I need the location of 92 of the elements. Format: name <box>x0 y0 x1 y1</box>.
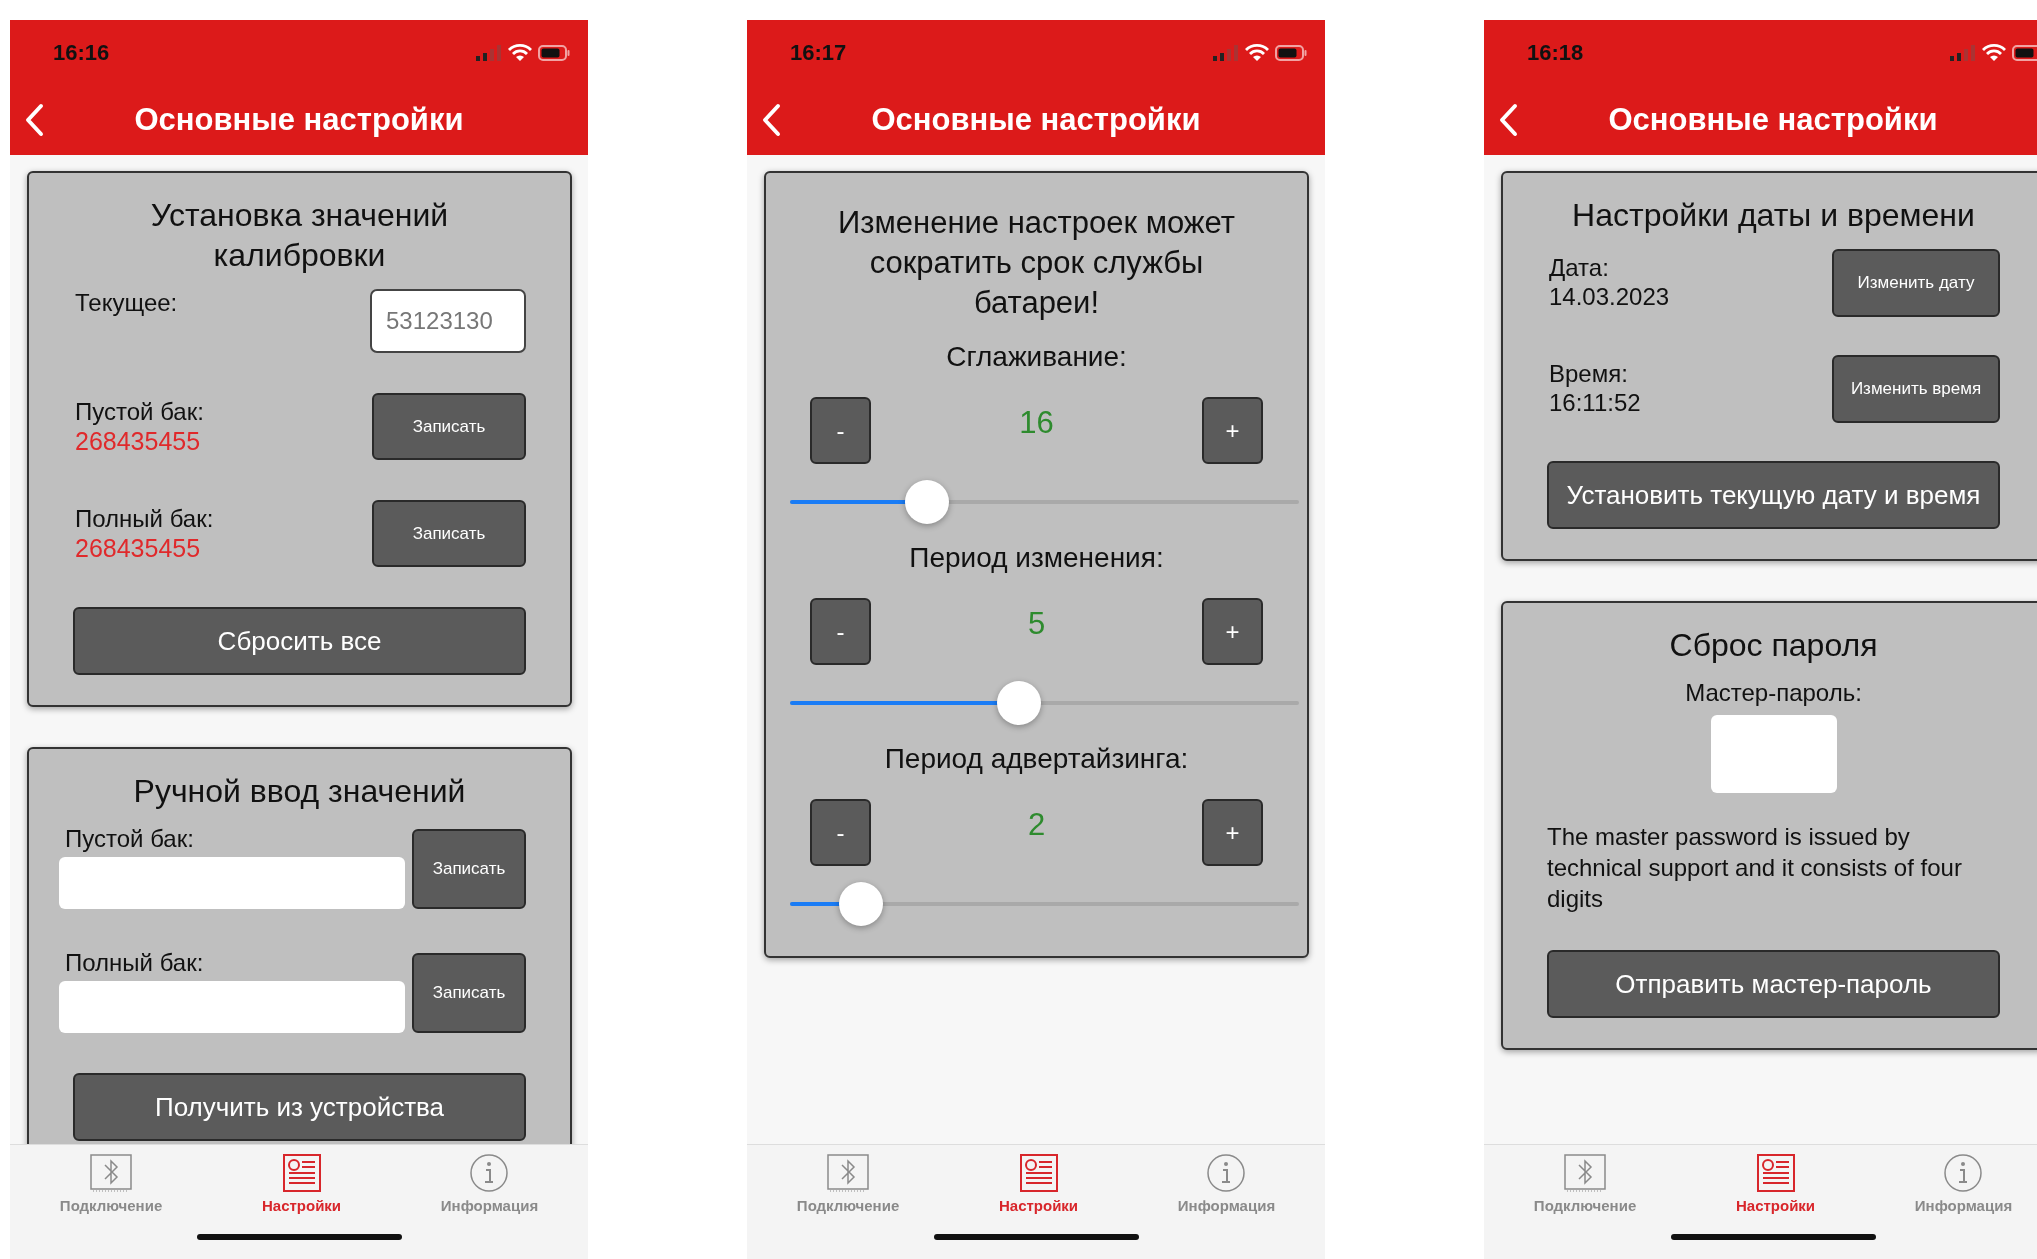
value-text: 14.03.2023 <box>1549 282 1670 312</box>
back-chevron-icon <box>1498 103 1518 137</box>
tab-label: Информация <box>1177 1197 1276 1214</box>
password-field[interactable] <box>1710 715 1837 793</box>
setting-value: 5 <box>1027 606 1046 642</box>
document-icon <box>1018 1153 1059 1193</box>
card-title: Установка значений калибровки <box>149 196 450 275</box>
card-title: Сброс пароля <box>1668 626 1879 665</box>
wide-button[interactable]: Установить текущую дату и время <box>1547 461 2000 529</box>
plus-button[interactable]: + <box>1202 799 1263 866</box>
battery-icon <box>1275 44 1307 61</box>
slider[interactable] <box>790 681 1299 725</box>
back-chevron-icon <box>761 103 781 137</box>
value-label: Полный бак: <box>75 504 214 533</box>
field-label: Мастер-пароль: <box>1684 679 1863 707</box>
back-chevron-icon <box>24 103 44 137</box>
tab-label: Информация <box>1914 1197 2013 1214</box>
text-field[interactable] <box>59 857 405 909</box>
slider-thumb[interactable] <box>997 681 1042 725</box>
wifi-icon <box>1245 43 1269 62</box>
setting-label: Период изменения: <box>908 542 1165 574</box>
field-label: Полный бак: <box>65 949 205 977</box>
status-time: 16:16 <box>53 39 110 66</box>
minus-button[interactable]: - <box>810 598 871 665</box>
value-label: Пустой бак: <box>75 397 204 426</box>
plus-button[interactable]: + <box>1202 397 1263 464</box>
small-button[interactable]: Записать <box>412 953 526 1033</box>
battery-icon <box>538 44 570 61</box>
tab-label: Информация <box>440 1197 539 1214</box>
setting-value: 16 <box>1019 405 1054 441</box>
wide-button[interactable]: Отправить мастер-пароль <box>1547 950 2000 1018</box>
small-button[interactable]: Записать <box>412 829 526 909</box>
small-button[interactable]: Записать <box>372 500 526 567</box>
field-label: Текущее: <box>75 289 178 317</box>
info-icon <box>1943 1153 1984 1193</box>
small-button[interactable]: Изменить дату <box>1832 249 2000 317</box>
document-icon <box>281 1153 322 1193</box>
tab-label: Подключение <box>796 1197 900 1214</box>
bluetooth-icon <box>826 1153 871 1193</box>
signal-icon <box>476 44 502 61</box>
plus-button[interactable]: + <box>1202 598 1263 665</box>
bluetooth-icon <box>89 1153 134 1193</box>
value-label: Время: <box>1549 360 1629 388</box>
value-text: 16:11:52 <box>1549 388 1641 418</box>
tab[interactable]: Настройки <box>261 1153 342 1214</box>
setting-label: Сглаживание: <box>945 341 1128 373</box>
wide-button[interactable]: Сбросить все <box>73 607 526 675</box>
signal-icon <box>1213 44 1239 61</box>
bluetooth-icon <box>1563 1153 1608 1193</box>
info-icon <box>469 1153 510 1193</box>
document-icon <box>1755 1153 1796 1193</box>
status-time: 16:17 <box>790 39 847 66</box>
back-button[interactable] <box>1498 103 1518 137</box>
small-button[interactable]: Записать <box>372 393 526 460</box>
card-title: Настройки даты и времени <box>1571 196 1976 235</box>
slider-thumb[interactable] <box>839 882 884 926</box>
hint-text: The master password is issued by technical support and it consists of four digits <box>1547 822 1963 914</box>
info-icon <box>1206 1153 1247 1193</box>
value-field[interactable]: 53123130 <box>370 289 526 353</box>
wifi-icon <box>508 43 532 62</box>
tab[interactable]: Настройки <box>998 1153 1079 1214</box>
screen-title: Основные настройки <box>134 102 464 138</box>
status-time: 16:18 <box>1527 39 1584 66</box>
wide-button[interactable]: Получить из устройства <box>73 1073 526 1141</box>
field-label: Пустой бак: <box>65 825 195 853</box>
value-text: 268435455 <box>75 425 202 456</box>
warning-text: Изменение настроек может сократить срок службы батареи! <box>837 204 1236 322</box>
text-field[interactable] <box>59 981 405 1033</box>
value-label: Дата: <box>1549 254 1610 282</box>
wifi-icon <box>1982 43 2006 62</box>
signal-icon <box>1950 44 1976 61</box>
back-button[interactable] <box>24 103 44 137</box>
tab-label: Подключение <box>1533 1197 1637 1214</box>
tab-label: Настройки <box>1735 1197 1816 1214</box>
tab-label: Настройки <box>261 1197 342 1214</box>
minus-button[interactable]: - <box>810 397 871 464</box>
battery-icon <box>2012 44 2037 61</box>
back-button[interactable] <box>761 103 781 137</box>
small-button[interactable]: Изменить время <box>1832 355 2000 423</box>
setting-label: Период адвертайзинга: <box>883 743 1190 775</box>
setting-value: 2 <box>1027 807 1046 843</box>
tab-label: Настройки <box>998 1197 1079 1214</box>
slider[interactable] <box>790 480 1299 524</box>
tab[interactable]: Настройки <box>1735 1153 1816 1214</box>
value-text: 268435455 <box>75 532 202 563</box>
minus-button[interactable]: - <box>810 799 871 866</box>
tab-label: Подключение <box>59 1197 163 1214</box>
slider-thumb[interactable] <box>905 480 950 524</box>
slider[interactable] <box>790 882 1299 926</box>
card-title: Ручной ввод значений <box>132 772 467 811</box>
screen-title: Основные настройки <box>1608 102 1938 138</box>
screen-title: Основные настройки <box>871 102 1201 138</box>
